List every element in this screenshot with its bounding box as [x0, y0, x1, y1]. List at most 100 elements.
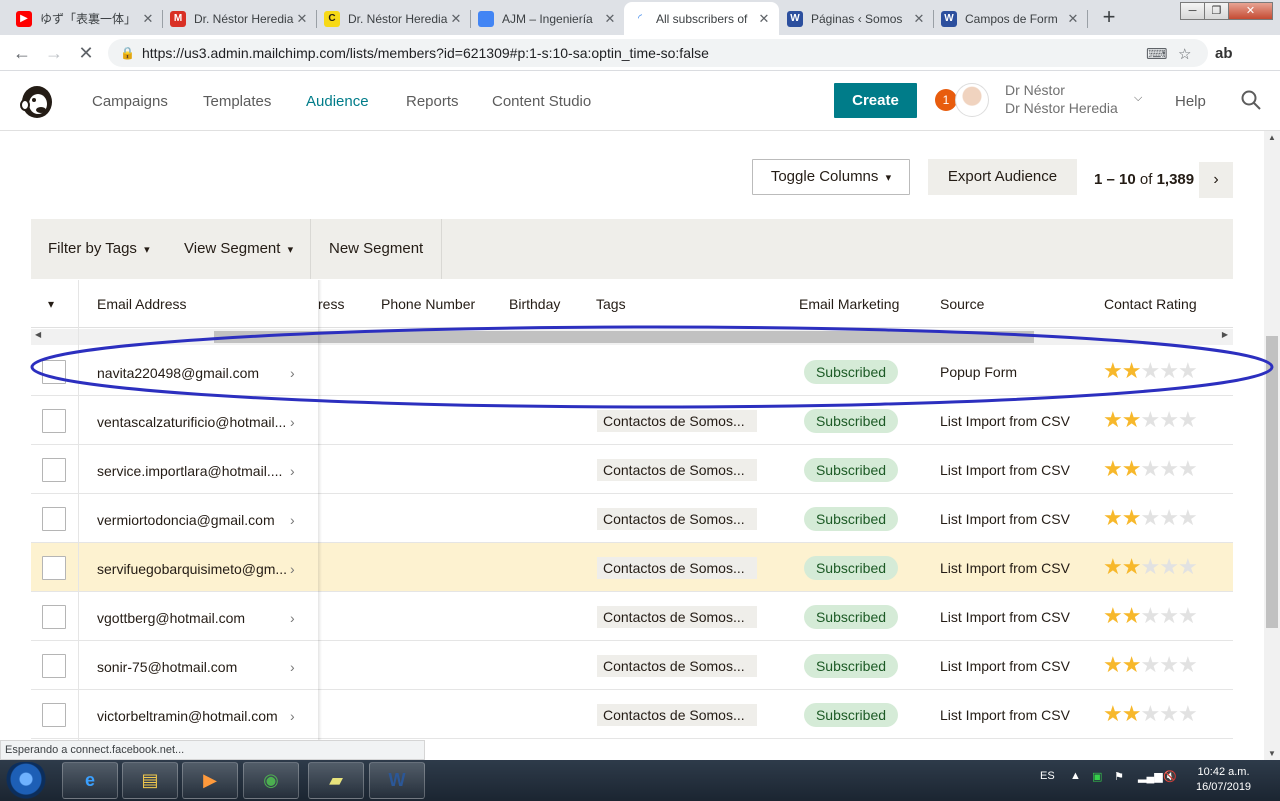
nav-audience[interactable]: Audience	[306, 93, 369, 110]
browser-tab[interactable]: W Campos de Form ✕	[933, 2, 1088, 35]
chevron-down-icon[interactable]: ⌵	[1134, 92, 1142, 105]
column-birthday[interactable]: Birthday	[509, 296, 560, 312]
action-center-flag-icon[interactable]: ⚑	[1114, 770, 1124, 783]
nav-reports[interactable]: Reports	[406, 93, 459, 110]
chevron-right-icon[interactable]: ›	[290, 708, 295, 724]
show-hidden-icons-icon[interactable]: ▲	[1070, 770, 1081, 782]
sticky-notes-icon[interactable]: ▰	[308, 762, 364, 799]
scroll-left-icon[interactable]: ◀	[35, 330, 41, 339]
table-row[interactable]: victorbeltramin@hotmail.com › Contactos de…	[31, 690, 1233, 739]
filter-by-tags-dropdown[interactable]: Filter by Tags ▾	[48, 240, 150, 257]
mailchimp-logo-icon[interactable]	[18, 81, 56, 121]
nav-campaigns[interactable]: Campaigns	[92, 93, 168, 110]
column-phone-number[interactable]: Phone Number	[381, 296, 475, 312]
browser-tab[interactable]: ◜ All subscribers of ✕	[624, 2, 779, 35]
file-explorer-icon[interactable]: ▤	[122, 762, 178, 799]
close-tab-icon[interactable]: ✕	[757, 11, 771, 27]
row-checkbox[interactable]	[42, 654, 66, 678]
row-checkbox[interactable]	[42, 360, 66, 384]
subscriber-email-link[interactable]: navita220498@gmail.com	[97, 365, 259, 381]
close-tab-icon[interactable]: ✕	[912, 11, 926, 27]
back-button[interactable]: ←	[10, 41, 34, 65]
tag-pill[interactable]: Contactos de Somos...	[597, 704, 757, 726]
close-tab-icon[interactable]: ✕	[141, 11, 155, 27]
url-input[interactable]: 🔒 https://us3.admin.mailchimp.com/lists/…	[108, 39, 1208, 67]
tag-pill[interactable]: Contactos de Somos...	[597, 606, 757, 628]
tag-pill[interactable]: Contactos de Somos...	[597, 410, 757, 432]
browser-tab[interactable]: ▶ ゆず「表裏一体」 ✕	[8, 2, 163, 35]
account-name[interactable]: Dr Néstor	[1005, 82, 1065, 98]
column-email-address[interactable]: Email Address	[97, 296, 186, 312]
toggle-columns-button[interactable]: Toggle Columns ▾	[752, 159, 910, 195]
row-checkbox[interactable]	[42, 458, 66, 482]
language-indicator[interactable]: ES	[1040, 770, 1055, 782]
system-clock[interactable]: 10:42 a.m. 16/07/2019	[1196, 765, 1251, 795]
help-link[interactable]: Help	[1175, 93, 1206, 110]
chevron-right-icon[interactable]: ›	[290, 414, 295, 430]
scroll-down-icon[interactable]: ▼	[1268, 749, 1276, 758]
horizontal-scroll-thumb[interactable]	[214, 331, 1034, 343]
table-row[interactable]: service.importlara@hotmail.... › Contactos…	[31, 445, 1233, 494]
avatar[interactable]	[955, 83, 989, 117]
chevron-right-icon[interactable]: ›	[290, 610, 295, 626]
row-checkbox[interactable]	[42, 507, 66, 531]
column-email-marketing[interactable]: Email Marketing	[799, 296, 899, 312]
nav-content-studio[interactable]: Content Studio	[492, 93, 591, 110]
vertical-scroll-thumb[interactable]	[1266, 336, 1278, 628]
subscriber-email-link[interactable]: service.importlara@hotmail....	[97, 463, 282, 479]
scroll-right-icon[interactable]: ▶	[1222, 330, 1228, 339]
row-checkbox[interactable]	[42, 409, 66, 433]
bookmark-star-icon[interactable]: ☆	[1178, 45, 1191, 63]
extension-icon[interactable]: ab	[1215, 45, 1233, 62]
table-row[interactable]: sonir-75@hotmail.com › Contactos de Somos.…	[31, 641, 1233, 690]
translate-icon[interactable]: ⌨	[1146, 45, 1168, 63]
new-segment-button[interactable]: New Segment	[329, 240, 423, 257]
table-row[interactable]: vermiortodoncia@gmail.com › Contactos de S…	[31, 494, 1233, 543]
chevron-right-icon[interactable]: ›	[290, 659, 295, 675]
column-source[interactable]: Source	[940, 296, 984, 312]
tag-pill[interactable]: Contactos de Somos...	[597, 557, 757, 579]
table-row[interactable]: ventascalzaturificio@hotmail... › Contacto…	[31, 396, 1233, 445]
row-checkbox[interactable]	[42, 605, 66, 629]
close-tab-icon[interactable]: ✕	[603, 11, 617, 27]
volume-muted-icon[interactable]: 🔇	[1163, 770, 1177, 783]
chevron-right-icon[interactable]: ›	[290, 463, 295, 479]
close-tab-icon[interactable]: ✕	[295, 11, 309, 27]
browser-tab[interactable]: M Dr. Néstor Heredia ✕	[162, 2, 317, 35]
subscriber-email-link[interactable]: sonir-75@hotmail.com	[97, 659, 237, 675]
close-tab-icon[interactable]: ✕	[1066, 11, 1080, 27]
nav-templates[interactable]: Templates	[203, 93, 271, 110]
table-row[interactable]: servifuegobarquisimeto@gm... › Contactos d…	[31, 543, 1233, 592]
table-row[interactable]: vgottberg@hotmail.com › Contactos de Somos…	[31, 592, 1233, 641]
tray-app-icon[interactable]: ▣	[1092, 770, 1102, 783]
word-icon[interactable]: W	[369, 762, 425, 799]
forward-button[interactable]: →	[42, 41, 66, 65]
media-player-icon[interactable]: ▶	[182, 762, 238, 799]
close-window-button[interactable]: ✕	[1228, 2, 1273, 20]
column-contact-rating[interactable]: Contact Rating	[1104, 296, 1197, 312]
browser-tab[interactable]: C Dr. Néstor Heredia ✕	[316, 2, 471, 35]
stop-loading-button[interactable]: ✕	[74, 41, 98, 65]
export-audience-button[interactable]: Export Audience	[928, 159, 1077, 195]
user-name[interactable]: Dr Néstor Heredia	[1005, 100, 1118, 116]
row-checkbox[interactable]	[42, 556, 66, 580]
select-all-chevron-icon[interactable]: ▾	[48, 297, 54, 311]
network-signal-icon[interactable]: ▂▄▆	[1138, 770, 1163, 783]
row-checkbox[interactable]	[42, 703, 66, 727]
horizontal-scrollbar[interactable]: ◀ ▶	[31, 329, 1233, 345]
new-tab-button[interactable]: +	[1096, 5, 1122, 31]
internet-explorer-icon[interactable]: e	[62, 762, 118, 799]
tag-pill[interactable]: Contactos de Somos...	[597, 459, 757, 481]
minimize-button[interactable]: ─	[1180, 2, 1205, 20]
search-icon[interactable]	[1240, 89, 1262, 111]
view-segment-dropdown[interactable]: View Segment ▾	[184, 240, 293, 257]
chevron-right-icon[interactable]: ›	[290, 561, 295, 577]
subscriber-email-link[interactable]: vermiortodoncia@gmail.com	[97, 512, 275, 528]
chevron-right-icon[interactable]: ›	[290, 512, 295, 528]
tag-pill[interactable]: Contactos de Somos...	[597, 508, 757, 530]
maximize-button[interactable]: ❐	[1204, 2, 1229, 20]
start-button[interactable]	[4, 762, 48, 800]
next-page-button[interactable]: ›	[1199, 162, 1233, 198]
column-tags[interactable]: Tags	[596, 296, 626, 312]
subscriber-email-link[interactable]: servifuegobarquisimeto@gm...	[97, 561, 287, 577]
